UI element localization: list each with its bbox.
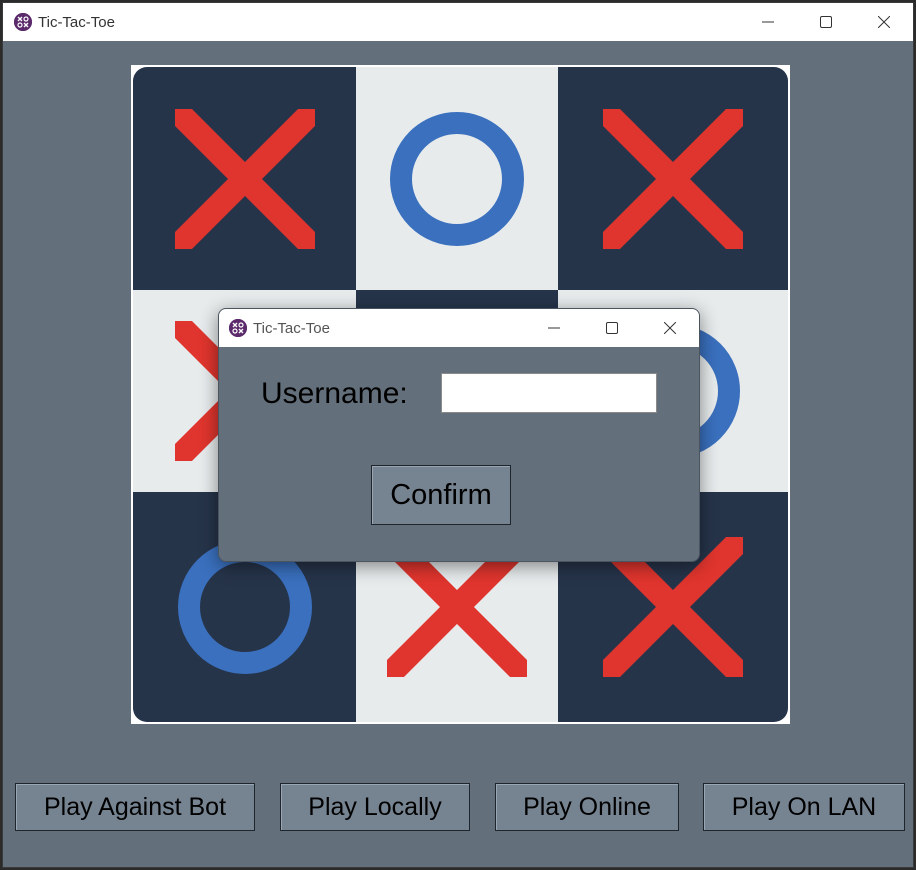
play-locally-button[interactable]: Play Locally [280,783,470,831]
confirm-button[interactable]: Confirm [371,465,511,525]
board-cell[interactable] [558,67,788,290]
dialog-window-controls [525,309,699,347]
dialog-minimize-button[interactable] [525,309,583,347]
username-input[interactable] [441,373,657,413]
board-cell[interactable] [133,67,356,290]
close-icon [664,322,676,334]
username-dialog: Tic-Tac-Toe Username: Confirm [218,308,700,562]
board-cell[interactable] [356,67,558,290]
tictactoe-app-icon [14,13,32,31]
maximize-icon [606,322,618,334]
window-titlebar[interactable]: Tic-Tac-Toe [3,3,913,41]
minimize-button[interactable] [739,3,797,41]
close-icon [878,16,890,28]
x-mark-icon [174,108,315,249]
username-label: Username: [261,377,408,410]
play-against-bot-button[interactable]: Play Against Bot [15,783,255,831]
dialog-close-button[interactable] [641,309,699,347]
o-mark-icon [390,111,524,246]
dialog-titlebar[interactable]: Tic-Tac-Toe [219,309,699,347]
dialog-maximize-button[interactable] [583,309,641,347]
minimize-icon [548,327,560,329]
play-on-lan-button[interactable]: Play On LAN [703,783,905,831]
tictactoe-app-icon [229,319,247,337]
maximize-icon [820,16,832,28]
window-controls [739,3,913,41]
maximize-button[interactable] [797,3,855,41]
dialog-title: Tic-Tac-Toe [253,319,330,337]
play-online-button[interactable]: Play Online [495,783,679,831]
close-button[interactable] [855,3,913,41]
window-title: Tic-Tac-Toe [38,13,115,31]
x-mark-icon [603,108,743,249]
minimize-icon [762,21,774,23]
